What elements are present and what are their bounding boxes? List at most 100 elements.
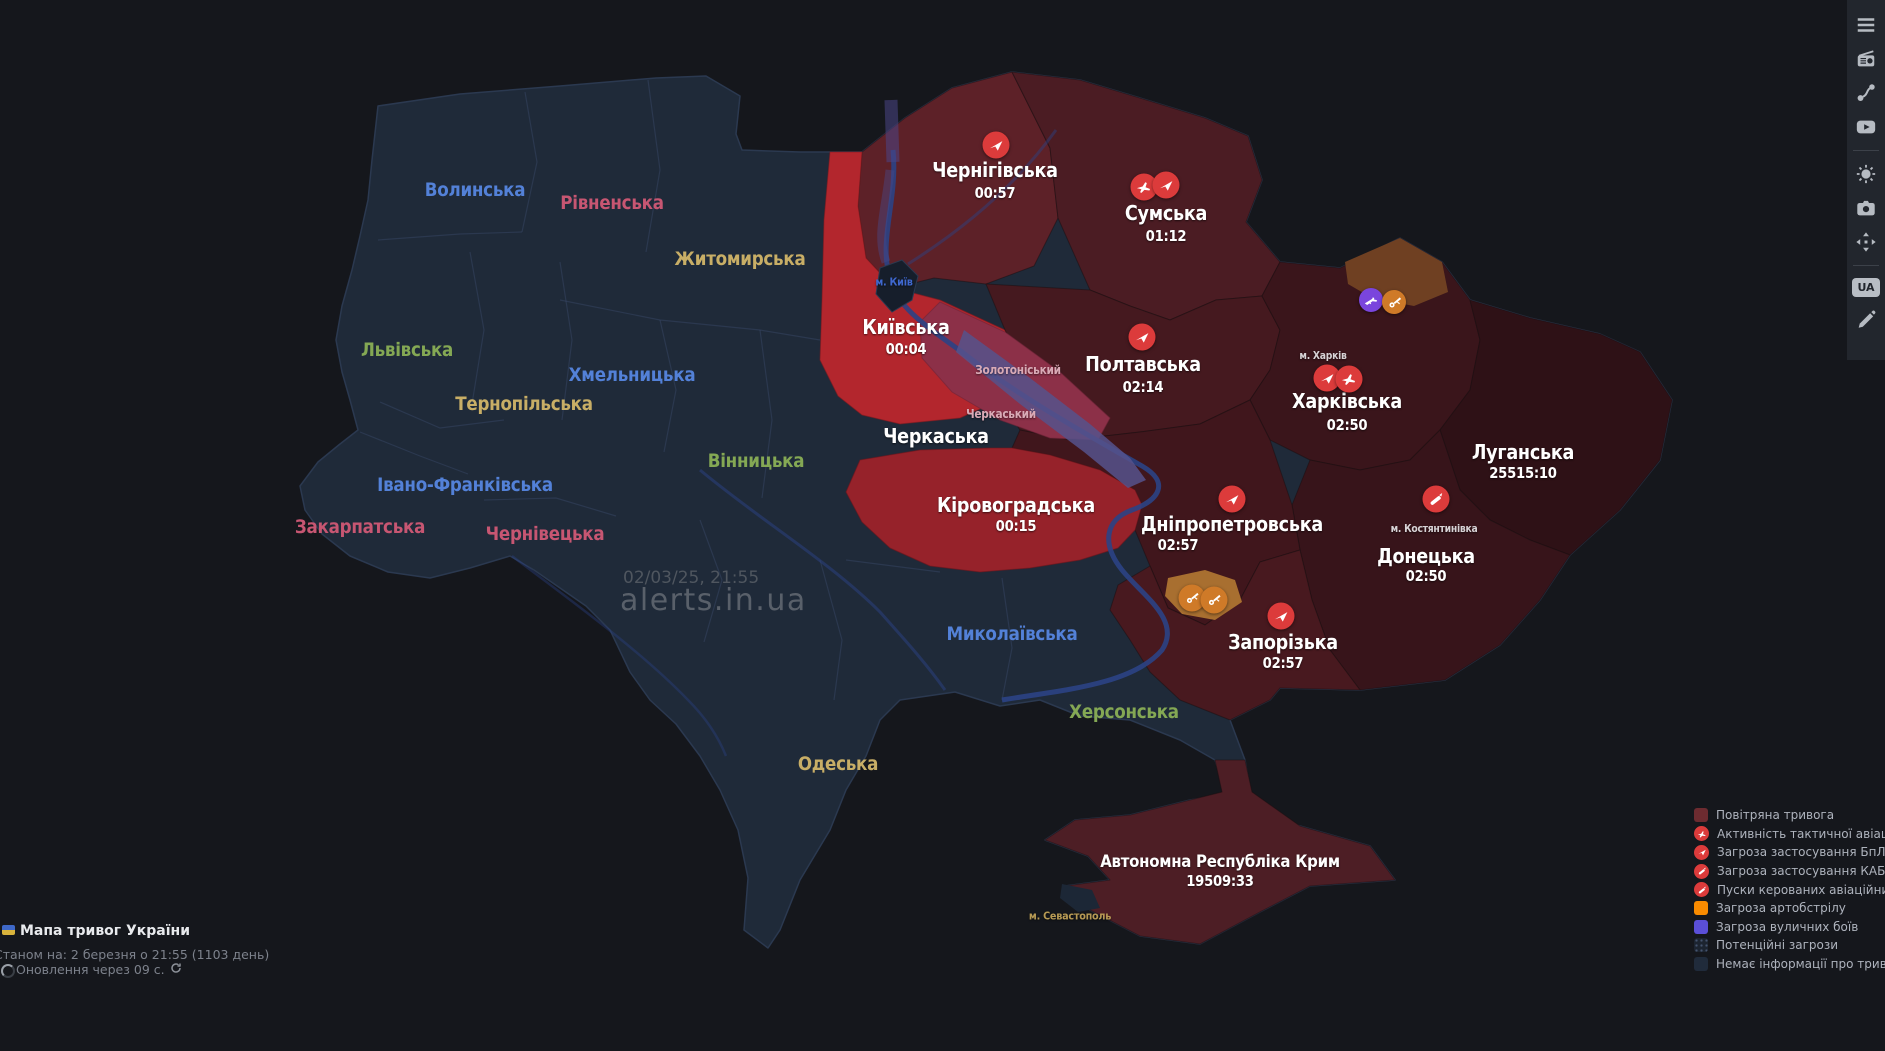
radio-icon[interactable] xyxy=(1855,48,1877,70)
sidebar-divider xyxy=(1853,150,1879,151)
legend-item: Немає інформації про тривогу xyxy=(1694,955,1885,974)
region-label-alert[interactable]: Дніпропетровська xyxy=(1141,512,1323,536)
region-alert-timer: 02:14 xyxy=(1123,378,1164,396)
legend-label: Немає інформації про тривогу xyxy=(1716,957,1885,971)
legend-item: Загроза застосування БпЛА xyxy=(1694,843,1885,862)
region-alert-timer: 02:57 xyxy=(1263,654,1304,672)
language-ua-badge[interactable]: UA xyxy=(1852,278,1879,297)
jet-icon xyxy=(1694,826,1709,841)
region-alert-timer: 02:57 xyxy=(1158,536,1199,554)
sidebar-divider xyxy=(1853,265,1879,266)
drone-alert-badge[interactable] xyxy=(1129,324,1156,351)
status-line: Станом на: 2 березня о 21:55 (1103 день) xyxy=(0,947,269,962)
bomb-icon xyxy=(1694,864,1709,879)
region-alert-timer: 00:04 xyxy=(886,340,927,358)
raion-label: Черкаський xyxy=(966,407,1036,421)
legend-label: Загроза артобстрілу xyxy=(1716,901,1846,915)
region-label-quiet[interactable]: Львівська xyxy=(361,339,453,361)
region-alert-timer: 02:50 xyxy=(1406,567,1447,585)
rifle-alert-badge[interactable] xyxy=(1359,288,1383,312)
update-line: Оновлення через 09 с. xyxy=(16,962,182,977)
region-label-alert[interactable]: Полтавська xyxy=(1085,352,1201,376)
legend: Повітряна тривога Активність тактичної ав… xyxy=(1694,806,1885,973)
pencil-icon[interactable] xyxy=(1855,309,1877,331)
update-line-text: Оновлення через 09 с. xyxy=(16,962,165,977)
region-label-quiet[interactable]: Івано-Франківська xyxy=(377,474,553,496)
raion-label: Золотоніський xyxy=(975,363,1061,377)
refresh-icon[interactable] xyxy=(170,962,182,977)
region-label-alert[interactable]: Луганська xyxy=(1472,440,1574,464)
region-label-alert[interactable]: Автономна Республіка Крим xyxy=(1100,852,1340,872)
legend-swatch xyxy=(1694,938,1708,952)
jet-alert-badge[interactable] xyxy=(1336,366,1363,393)
legend-label: Активність тактичної авіації xyxy=(1717,827,1885,841)
city-label: м. Севастополь xyxy=(1029,910,1111,923)
menu-icon[interactable] xyxy=(1855,14,1877,36)
region-alert-timer: 01:12 xyxy=(1146,227,1187,245)
legend-label: Повітряна тривога xyxy=(1716,808,1834,822)
region-label-quiet[interactable]: Волинська xyxy=(425,179,525,201)
legend-item: Загроза застосування КАБ xyxy=(1694,862,1885,881)
region-alert-timer: 19509:33 xyxy=(1186,872,1253,890)
legend-item: Потенційні загрози xyxy=(1694,936,1885,955)
region-label-alert[interactable]: Сумська xyxy=(1125,201,1207,225)
city-label: м. Харків xyxy=(1299,350,1346,362)
region-alert-timer: 02:50 xyxy=(1327,416,1368,434)
legend-item: Активність тактичної авіації xyxy=(1694,825,1885,844)
legend-label: Загроза вуличних боїв xyxy=(1716,920,1858,934)
drone-alert-badge[interactable] xyxy=(1219,486,1246,513)
route-icon[interactable] xyxy=(1855,82,1877,104)
region-label-alert[interactable]: Харківська xyxy=(1292,389,1402,413)
region-label-alert[interactable]: Черкаська xyxy=(883,424,989,448)
legend-item: Пуски керованих авіаційних бомб xyxy=(1694,880,1885,899)
legend-swatch xyxy=(1694,901,1708,915)
watermark-site: alerts.in.ua xyxy=(620,583,807,618)
region-label-alert[interactable]: Запорізька xyxy=(1228,630,1338,654)
region-label-quiet[interactable]: Миколаївська xyxy=(947,623,1078,645)
artillery-alert-badge[interactable] xyxy=(1201,587,1228,614)
region-label-quiet[interactable]: Вінницька xyxy=(708,450,805,472)
legend-item: Загроза артобстрілу xyxy=(1694,899,1885,918)
region-label-quiet[interactable]: Закарпатська xyxy=(295,516,425,538)
legend-label: Потенційні загрози xyxy=(1716,938,1838,952)
region-alert-timer: 25515:10 xyxy=(1489,464,1556,482)
update-progress-icon xyxy=(1,964,15,978)
bottom-toolbar xyxy=(0,993,1885,1051)
region-label-alert[interactable]: Чернігівська xyxy=(932,158,1058,182)
region-label-alert[interactable]: Кіровоградська xyxy=(937,493,1095,517)
region-alert-timer: 00:57 xyxy=(975,184,1016,202)
bomb-alert-badge[interactable] xyxy=(1423,486,1450,513)
region-label-quiet[interactable]: Житомирська xyxy=(675,248,806,270)
artillery-alert-badge[interactable] xyxy=(1382,290,1406,314)
region-label-quiet[interactable]: Херсонська xyxy=(1069,701,1179,723)
drone-icon xyxy=(1694,845,1709,860)
camera-icon[interactable] xyxy=(1855,197,1877,219)
city-label: м. Київ xyxy=(875,276,912,289)
region-label-alert[interactable]: Донецька xyxy=(1377,544,1475,568)
drone-alert-badge[interactable] xyxy=(1268,603,1295,630)
region-label-quiet[interactable]: Чернівецька xyxy=(486,523,605,545)
app-title: Мапа тривог України xyxy=(20,923,190,939)
legend-item: Загроза вуличних боїв xyxy=(1694,918,1885,937)
legend-label: Загроза застосування КАБ xyxy=(1717,864,1885,878)
region-label-alert[interactable]: Київська xyxy=(862,315,949,339)
legend-swatch xyxy=(1694,957,1708,971)
right-sidebar: UA xyxy=(1847,0,1885,360)
region-label-quiet[interactable]: Хмельницька xyxy=(569,364,696,386)
alerts-map-app: 02/03/25, 21:55 alerts.in.ua ВолинськаРі… xyxy=(0,0,1885,1051)
youtube-icon[interactable] xyxy=(1855,116,1877,138)
fullscreen-icon[interactable] xyxy=(1855,231,1877,253)
region-label-quiet[interactable]: Рівненська xyxy=(560,192,663,214)
legend-label: Пуски керованих авіаційних бомб xyxy=(1717,883,1885,897)
ukraine-flag-icon xyxy=(2,925,15,935)
region-alert-timer: 00:15 xyxy=(996,517,1037,535)
drone-alert-badge[interactable] xyxy=(983,132,1010,159)
drone-alert-badge[interactable] xyxy=(1153,172,1180,199)
legend-label: Загроза застосування БпЛА xyxy=(1717,845,1885,859)
legend-item: Повітряна тривога xyxy=(1694,806,1885,825)
brightness-icon[interactable] xyxy=(1855,163,1877,185)
bomb-icon xyxy=(1694,882,1709,897)
region-label-quiet[interactable]: Одеська xyxy=(798,753,878,775)
region-label-quiet[interactable]: Тернопільська xyxy=(455,393,593,415)
city-label: м. Костянтинівка xyxy=(1391,523,1478,535)
